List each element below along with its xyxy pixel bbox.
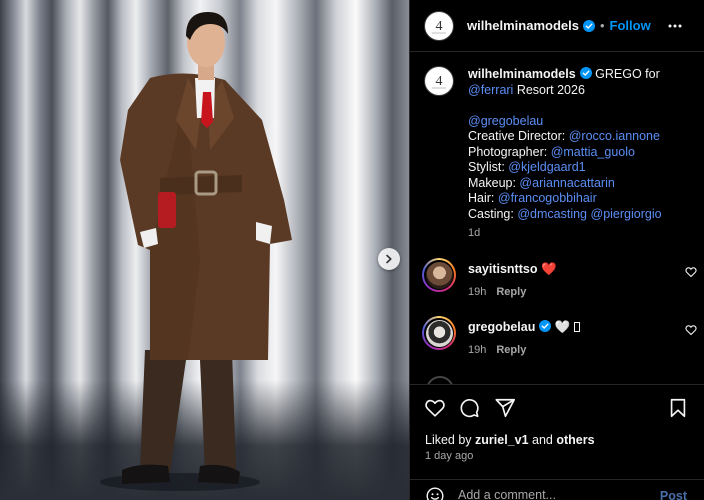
add-comment-bar: Post — [410, 479, 704, 500]
partial-comment-avatar — [426, 376, 454, 384]
liked-by-line: Liked by zuriel_v1 and others — [425, 433, 595, 447]
caption-line1: GREGO for — [591, 67, 660, 81]
comment-username[interactable]: sayitisnttso ❤️ — [468, 262, 557, 277]
share-send-icon[interactable] — [494, 397, 516, 419]
comment-item: sayitisnttso ❤️ 19h Reply — [422, 258, 697, 308]
comment-time[interactable]: 19h — [468, 344, 486, 356]
carousel-next-button[interactable] — [378, 248, 400, 270]
account-username[interactable]: wilhelminamodels — [467, 18, 579, 33]
liked-by-others[interactable]: others — [556, 433, 594, 447]
caption-timestamp[interactable]: 1d — [468, 227, 480, 239]
credit-label-hair: Hair: — [468, 191, 498, 205]
comment-meta: 19h Reply — [468, 286, 526, 298]
comment-text: 🤍 — [554, 320, 574, 334]
story-ring[interactable] — [422, 258, 456, 292]
credit-label-makeup: Makeup: — [468, 175, 520, 190]
missing-glyph-box — [573, 322, 580, 332]
account-avatar[interactable]: 4 — [424, 10, 454, 41]
mention-casting-2[interactable]: @piergiorgio — [591, 207, 662, 221]
credit-label-casting: Casting: — [468, 206, 518, 221]
post-comment-button[interactable]: Post — [660, 489, 687, 500]
separator-dot: • — [599, 18, 605, 33]
mention-ferrari[interactable]: @ferrari — [468, 83, 513, 97]
comment-time[interactable]: 19h — [468, 286, 486, 298]
story-ring[interactable] — [422, 316, 456, 350]
mention-casting-1[interactable]: @dmcasting — [517, 207, 587, 221]
comment-input[interactable] — [458, 486, 658, 500]
reply-button[interactable]: Reply — [496, 344, 526, 356]
mention-stylist[interactable]: @kjeldgaard1 — [508, 160, 585, 174]
chevron-right-icon — [386, 254, 392, 264]
model-figure — [100, 12, 292, 491]
caption-text: wilhelminamodels GREGO for @ferrari Reso… — [468, 67, 696, 242]
post-side-panel: 4 wilhelminamodels • Follow 4 wilhelmina… — [409, 0, 704, 500]
comment-text: ❤️ — [540, 262, 557, 276]
verified-badge-icon — [539, 320, 552, 332]
like-heart-icon[interactable] — [424, 397, 446, 419]
reply-button[interactable]: Reply — [496, 286, 526, 298]
wilhelmina-logo-icon: 4 — [432, 19, 446, 34]
commenter-avatar — [425, 261, 453, 289]
commenter-avatar — [425, 319, 453, 347]
credit-label-stylist: Stylist: — [468, 160, 509, 174]
credit-label-creative: Creative Director: — [468, 129, 569, 143]
credit-label-photographer: Photographer: — [468, 144, 551, 159]
post-actions: Liked by zuriel_v1 and others 1 day ago … — [410, 384, 704, 500]
emoji-icon[interactable] — [426, 487, 444, 500]
mention-model[interactable]: @gregobelau — [468, 114, 543, 128]
mention-hair[interactable]: @francogobbihair — [498, 191, 597, 205]
svg-text:4: 4 — [436, 19, 443, 34]
comment-item: gregobelau 🤍 19h Reply — [422, 316, 697, 366]
caption-resort: Resort 2026 — [513, 82, 585, 97]
comment-username[interactable]: gregobelau 🤍 — [468, 320, 580, 335]
caption-username[interactable]: wilhelminamodels — [468, 67, 576, 81]
post-photo[interactable] — [0, 0, 409, 500]
heart-outline-icon[interactable] — [685, 266, 697, 278]
verified-badge-icon — [582, 19, 595, 32]
comment-meta: 19h Reply — [468, 344, 526, 356]
follow-button[interactable]: Follow — [610, 18, 651, 33]
comment-bubble-icon[interactable] — [458, 397, 480, 419]
liked-by-user[interactable]: zuriel_v1 — [475, 433, 529, 447]
post-date[interactable]: 1 day ago — [425, 450, 473, 462]
mention-creative[interactable]: @rocco.iannone — [569, 129, 660, 143]
comments-scroll-area[interactable]: 4 wilhelminamodels GREGO for @ferrari Re… — [410, 53, 704, 384]
heart-outline-icon[interactable] — [685, 324, 697, 336]
mention-makeup[interactable]: @ariannacattarin — [519, 176, 614, 190]
verified-badge-icon — [579, 67, 592, 79]
svg-text:4: 4 — [436, 74, 443, 89]
bookmark-icon[interactable] — [667, 397, 689, 419]
post-header: 4 wilhelminamodels • Follow — [410, 0, 704, 52]
caption-avatar[interactable]: 4 — [424, 66, 454, 96]
mention-photographer[interactable]: @mattia_guolo — [551, 145, 635, 159]
more-options-icon[interactable] — [667, 18, 683, 34]
wilhelmina-logo-icon: 4 — [432, 74, 446, 89]
